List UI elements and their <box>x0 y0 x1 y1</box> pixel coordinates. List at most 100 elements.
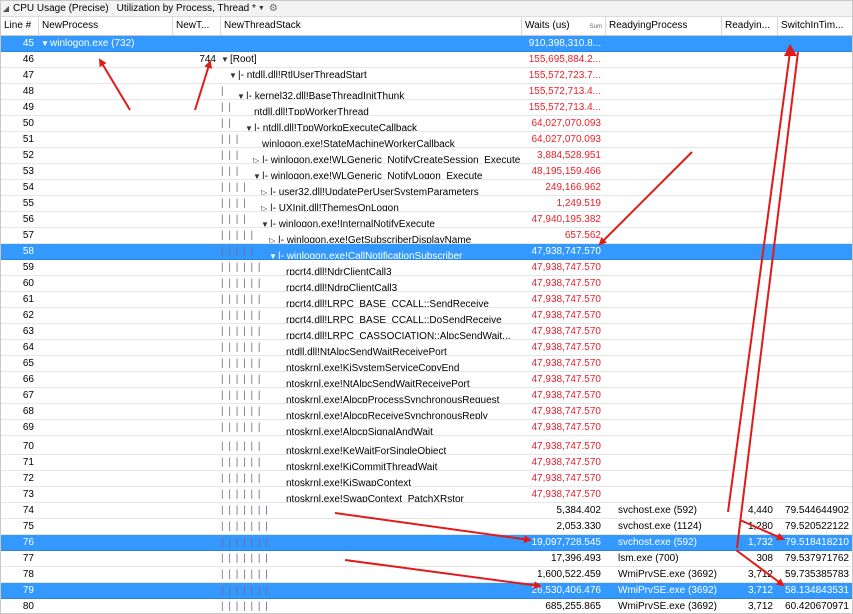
table-row[interactable]: 52 | | | ▷ |- winlogon.exe!WLGeneric_Notif… <box>1 148 852 164</box>
process-cell <box>39 324 171 339</box>
column-header-readying-thread[interactable]: Readyin... <box>722 17 778 35</box>
table-row[interactable]: 63 | | | | | | rpcrt4.dll!LRPC_CASSOCIATI… <box>1 324 852 340</box>
expand-toggle-icon[interactable]: ▼ <box>229 68 238 83</box>
column-header-process[interactable]: NewProcess <box>39 17 173 35</box>
switch-in-time-cell: 59.735385783 <box>785 569 849 580</box>
readying-thread-cell <box>722 260 776 275</box>
readying-process-cell <box>606 471 720 486</box>
table-row[interactable]: 62 | | | | | | rpcrt4.dll!LRPC_BASE_CCALL… <box>1 308 852 324</box>
expand-toggle-icon[interactable]: ▼ <box>237 89 246 99</box>
table-row[interactable]: 71 | | | | | | ntoskrnl.exe!KiCommitThrea… <box>1 455 852 471</box>
stack-cell: ▼|- ntdll.dll!RtlUserThreadStart <box>221 68 521 83</box>
process-cell <box>39 52 171 67</box>
table-row[interactable]: 80 | | | | | | | 685,255.865 WmiPrvSE.exe … <box>1 599 852 613</box>
table-row[interactable]: 74 | | | | | | | 5,384.402 svchost.exe (59… <box>1 503 852 519</box>
process-cell <box>39 164 171 179</box>
table-row[interactable]: 78 | | | | | | | 1,600,522.459 WmiPrvSE.ex… <box>1 567 852 583</box>
expand-collapsed-icon[interactable]: ▷ <box>261 201 270 211</box>
table-row[interactable]: 51 | | | winlogon.exe!StateMachineWorkerC… <box>1 132 852 148</box>
readying-process-cell <box>606 308 720 323</box>
column-header-stack[interactable]: NewThreadStack <box>221 17 522 35</box>
table-row[interactable]: 65 | | | | | | ntoskrnl.exe!KiSystemServi… <box>1 356 852 372</box>
line-number-cell: 60 <box>22 278 34 289</box>
table-row[interactable]: 45 ▼winlogon.exe (732) 910,398,310.8... <box>1 36 852 52</box>
expand-toggle-icon[interactable]: ▼ <box>261 217 270 227</box>
stack-frame-label: [Root] <box>230 54 257 65</box>
table-row[interactable]: 67 | | | | | | ntoskrnl.exe!AlpcpProcessS… <box>1 388 852 404</box>
gear-icon[interactable]: ⚙ <box>269 3 278 14</box>
switch-in-time-cell: 79.537971762 <box>785 553 849 564</box>
table-row[interactable]: 75 | | | | | | | 2,053.330 svchost.exe (11… <box>1 519 852 535</box>
expand-toggle-icon[interactable]: ▼ <box>253 169 262 179</box>
table-row[interactable]: 70 | | | | | | ntoskrnl.exe!KeWaitForSing… <box>1 439 852 455</box>
stack-frame-label: |- winlogon.exe!WLGeneric_NotifyCreateSe… <box>262 155 521 163</box>
tree-guide: | | | | | | | <box>221 553 269 564</box>
readying-process-cell <box>606 132 720 147</box>
process-cell <box>39 372 171 387</box>
table-row[interactable]: 47 ▼|- ntdll.dll!RtlUserThreadStart 155,57… <box>1 68 852 84</box>
table-row[interactable]: 57 | | | | | ▷ |- winlogon.exe!GetSubscrib… <box>1 228 852 244</box>
expand-collapsed-icon[interactable]: ▷ <box>253 153 262 163</box>
column-header-line[interactable]: Line # <box>1 17 39 35</box>
table-row[interactable]: 56 | | | | ▼|- winlogon.exe!InternalNotif… <box>1 212 852 228</box>
expand-toggle-icon[interactable]: ▼ <box>41 36 50 51</box>
expand-toggle-icon[interactable]: ▼ <box>245 121 254 131</box>
column-header-readying-process[interactable]: ReadyingProcess <box>606 17 722 35</box>
line-number-cell: 72 <box>22 473 34 484</box>
process-cell <box>39 503 171 518</box>
switch-in-time-cell <box>778 372 852 387</box>
expand-toggle-icon[interactable]: ▼ <box>221 52 230 67</box>
readying-process-cell <box>606 420 720 435</box>
tree-guide: | | | | | | <box>221 278 262 289</box>
readying-thread-cell <box>722 148 776 163</box>
table-row[interactable]: 48 | ▼|- kernel32.dll!BaseThreadInitThunk… <box>1 84 852 100</box>
thread-id-cell <box>173 228 219 243</box>
stack-cell: | | | | | | ntoskrnl.exe!AlpcpSignalAndW… <box>221 420 521 435</box>
table-row[interactable]: 54 | | | | ▷ |- user32.dll!UpdatePerUserSy… <box>1 180 852 196</box>
table-row[interactable]: 59 | | | | | | rpcrt4.dll!NdrClientCall3 4… <box>1 260 852 276</box>
table-row[interactable]: 55 | | | | ▷ |- UXInit.dll!ThemesOnLogon 1,… <box>1 196 852 212</box>
switch-in-time-cell <box>778 356 852 371</box>
wpa-table-view: ◢ CPU Usage (Precise) Utilization by Pro… <box>0 0 853 614</box>
column-header-switch-in-time[interactable]: SwitchInTim... <box>778 17 852 35</box>
expand-collapsed-icon[interactable]: ▷ <box>269 233 278 243</box>
table-row[interactable]: 61 | | | | | | rpcrt4.dll!LRPC_BASE_CCALL… <box>1 292 852 308</box>
table-row[interactable]: 68 | | | | | | ntoskrnl.exe!AlpcpReceiveS… <box>1 404 852 420</box>
table-row[interactable]: 60 | | | | | | rpcrt4.dll!NdrpClientCall3… <box>1 276 852 292</box>
table-row[interactable]: 77 | | | | | | | 17,396.493 lsm.exe (700) 3… <box>1 551 852 567</box>
process-cell <box>39 388 171 403</box>
switch-in-time-cell <box>778 212 852 227</box>
switch-in-time-cell <box>778 324 852 339</box>
column-header-thread-id[interactable]: NewT... <box>173 17 221 35</box>
tree-guide: | | | | | | <box>221 390 262 401</box>
table-row[interactable]: 69 | | | | | | ntoskrnl.exe!AlpcpSignalAn… <box>1 420 852 436</box>
table-row[interactable]: 76 | | | | | | | 19,097,728.545 svchost.ex… <box>1 535 852 551</box>
waits-cell: 910,398,310.8... <box>528 38 601 49</box>
process-cell <box>39 260 171 275</box>
readying-thread-cell <box>722 292 776 307</box>
table-row[interactable]: 50 | | ▼|- ntdll.dll!TppWorkpExecuteCallb… <box>1 116 852 132</box>
table-row[interactable]: 73 | | | | | | ntoskrnl.exe!SwapContext_P… <box>1 487 852 503</box>
line-number-cell: 67 <box>22 390 34 401</box>
column-header-waits[interactable]: Waits (us) Sum <box>522 17 606 35</box>
collapse-arrow-icon[interactable]: ◢ <box>1 4 11 13</box>
preset-selector[interactable]: Utilization by Process, Thread * <box>117 3 256 14</box>
table-row[interactable]: 66 | | | | | | ntoskrnl.exe!NtAlpcSendWai… <box>1 372 852 388</box>
waits-cell: 64,027,070.093 <box>531 118 601 129</box>
table-row[interactable]: 46 744 ▼[Root] 155,695,884.2... <box>1 52 852 68</box>
table-row[interactable]: 64 | | | | | | ntdll.dll!NtAlpcSendWaitRe… <box>1 340 852 356</box>
stack-frame-label: ntoskrnl.exe!KeWaitForSingleObject <box>286 446 447 454</box>
chevron-down-icon[interactable]: ▼ <box>258 5 265 12</box>
table-row[interactable]: 49 | | ntdll.dll!TppWorkerThread 155,572,7… <box>1 100 852 116</box>
table-row[interactable]: 53 | | | ▼|- winlogon.exe!WLGeneric_Notif… <box>1 164 852 180</box>
expand-toggle-icon[interactable]: ▼ <box>269 249 278 259</box>
tree-guide: | | | | <box>221 198 247 209</box>
thread-id-cell <box>173 308 219 323</box>
table-row[interactable]: 72 | | | | | | ntoskrnl.exe!KiSwapContext… <box>1 471 852 487</box>
table-row[interactable]: 58 | | | | | ▼|- winlogon.exe!CallNotific… <box>1 244 852 260</box>
stack-cell: | | | | ▷ |- user32.dll!UpdatePerUserSyst… <box>221 180 521 195</box>
table-row[interactable]: 79 | | | | | | | 26,530,406.476 WmiPrvSE.e… <box>1 583 852 599</box>
expand-collapsed-icon[interactable]: ▷ <box>261 185 270 195</box>
thread-id-cell <box>173 100 219 115</box>
waits-cell: 19,097,728.545 <box>531 537 601 548</box>
